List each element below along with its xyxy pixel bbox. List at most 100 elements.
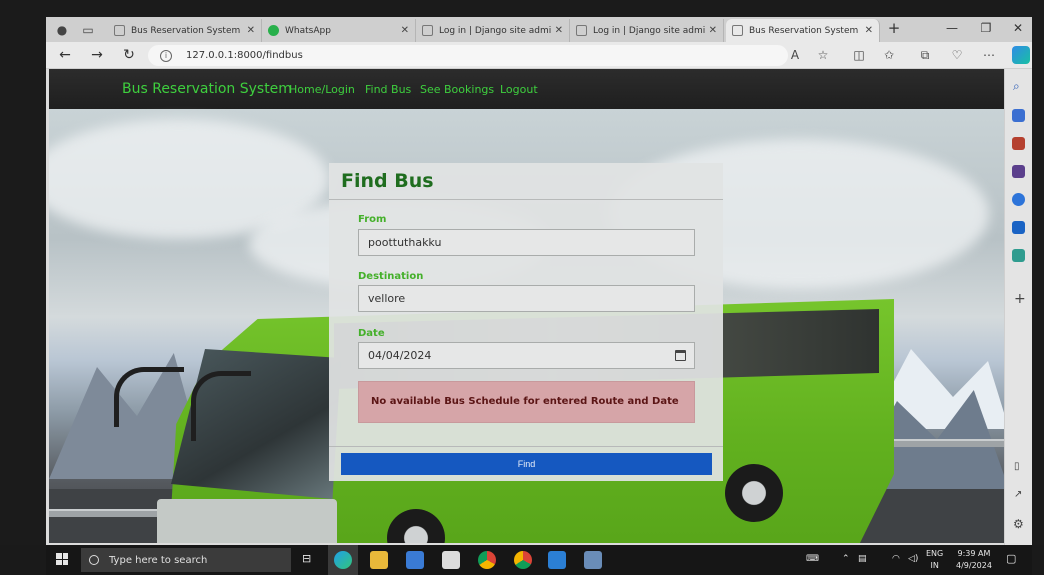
from-field[interactable]: poottuthakku — [358, 229, 695, 256]
sidebar-settings-icon[interactable]: ⚙ — [1013, 517, 1024, 531]
screen-top-border — [0, 0, 1044, 17]
task-view-icon[interactable]: ⊟ — [302, 552, 311, 565]
site-info-icon[interactable]: i — [160, 49, 172, 62]
start-button[interactable] — [56, 553, 68, 565]
read-aloud-icon[interactable]: A — [786, 48, 804, 62]
store-icon[interactable] — [406, 551, 424, 569]
copilot-icon[interactable] — [1012, 46, 1030, 64]
more-menu-icon[interactable]: ⋯ — [980, 48, 998, 62]
tab-title: Bus Reservation System in Dj — [749, 25, 861, 36]
new-tab-button[interactable]: + — [884, 19, 904, 37]
add-sidebar-app-icon[interactable]: + — [1014, 291, 1026, 307]
form-title: Find Bus — [341, 170, 434, 192]
wifi-icon[interactable]: ◠ — [892, 554, 900, 564]
refresh-icon[interactable]: ↻ — [120, 47, 138, 63]
date-label: Date — [358, 328, 385, 339]
close-icon[interactable]: ✕ — [401, 25, 409, 36]
show-hidden-icons[interactable]: ⌃ — [842, 554, 850, 564]
tab-title: Log in | Django site admin — [593, 25, 705, 36]
search-placeholder: Type here to search — [109, 554, 208, 566]
tab-django-admin-2[interactable]: Log in | Django site admin ✕ — [570, 19, 724, 42]
find-button[interactable]: Find — [341, 453, 712, 475]
tab-title: Bus Reservation System in Dj — [131, 25, 243, 36]
external-link-icon[interactable]: ↗ — [1014, 489, 1022, 500]
whatsapp-icon — [268, 25, 279, 36]
tab-bus-reservation-active[interactable]: Bus Reservation System in Dj ✕ — [726, 19, 880, 42]
web-page: Bus Reservation System Home/Login Find B… — [49, 69, 1004, 543]
volume-icon[interactable]: ◁) — [908, 554, 918, 564]
no-schedule-alert: No available Bus Schedule for entered Ro… — [358, 381, 695, 423]
taskbar-search[interactable]: Type here to search — [81, 548, 291, 572]
split-screen-icon[interactable]: ◫ — [850, 48, 868, 62]
browser-essentials-icon[interactable]: ♡ — [948, 48, 966, 62]
file-explorer-icon[interactable] — [370, 551, 388, 569]
back-icon[interactable]: ← — [56, 47, 74, 63]
screen-right-border — [1032, 17, 1044, 545]
photos-icon[interactable] — [584, 551, 602, 569]
tab-title: Log in | Django site admin — [439, 25, 551, 36]
chrome-icon[interactable] — [478, 551, 496, 569]
guard-rail — [879, 439, 1004, 447]
site-navbar: Bus Reservation System Home/Login Find B… — [49, 69, 1004, 109]
mail-icon[interactable] — [442, 551, 460, 569]
minimize-icon[interactable]: — — [942, 21, 962, 35]
collections-icon[interactable]: ⧉ — [916, 48, 934, 63]
favorites-icon[interactable]: ✩ — [880, 48, 898, 62]
bus-bumper — [157, 499, 337, 543]
page-icon — [732, 25, 743, 36]
games-icon[interactable] — [1012, 165, 1025, 178]
vscode-icon[interactable] — [548, 551, 566, 569]
screen-left-border — [0, 17, 46, 545]
outlook-icon[interactable] — [1012, 221, 1025, 234]
destination-field[interactable]: vellore — [358, 285, 695, 312]
close-icon[interactable]: ✕ — [709, 25, 717, 36]
keyboard-icon[interactable]: ⌨ — [806, 554, 819, 564]
browser-window: ● ▭ Bus Reservation System in Dj ✕ Whats… — [46, 17, 1032, 545]
windows-taskbar: Type here to search ⊟ ⌨ ⌃ ▤ ◠ ◁) ENG IN … — [46, 545, 1032, 575]
search-icon[interactable]: ⌕ — [1013, 79, 1020, 94]
tab-actions-icon[interactable]: ▭ — [80, 22, 96, 38]
language-indicator[interactable]: ENG IN — [926, 548, 943, 572]
date-value: 04/04/2024 — [368, 349, 432, 362]
clock-date: 4/9/2024 — [956, 561, 992, 570]
notifications-icon[interactable]: ▢ — [1006, 552, 1016, 565]
nav-see-bookings[interactable]: See Bookings — [420, 83, 494, 96]
nav-find-bus[interactable]: Find Bus — [365, 83, 411, 96]
hide-sidebar-icon[interactable]: ▯ — [1014, 461, 1020, 472]
designer-icon[interactable] — [1012, 249, 1025, 262]
tab-django-admin-1[interactable]: Log in | Django site admin ✕ — [416, 19, 570, 42]
clock-time: 9:39 AM — [957, 549, 991, 558]
network-icon[interactable]: ▤ — [858, 554, 867, 564]
search-icon — [89, 555, 99, 565]
close-icon[interactable]: ✕ — [555, 25, 563, 36]
tab-whatsapp[interactable]: WhatsApp ✕ — [262, 19, 416, 42]
calendar-icon[interactable] — [675, 350, 686, 361]
find-bus-form: Find Bus From poottuthakku Destination v… — [329, 163, 723, 481]
from-label: From — [358, 214, 387, 225]
shopping-icon[interactable] — [1012, 109, 1025, 122]
window-close-icon[interactable]: ✕ — [1008, 21, 1028, 35]
page-icon — [422, 25, 433, 36]
chrome-profile-icon[interactable] — [514, 551, 532, 569]
forward-icon[interactable]: → — [88, 47, 106, 63]
edge-sidebar: ⌕ + ▯ ↗ ⚙ — [1004, 69, 1032, 545]
system-clock[interactable]: 9:39 AM 4/9/2024 — [956, 548, 992, 572]
nav-home-login[interactable]: Home/Login — [289, 83, 355, 96]
profile-icon[interactable]: ● — [54, 22, 70, 38]
bus-wheel — [725, 464, 783, 522]
nav-logout[interactable]: Logout — [500, 83, 538, 96]
site-brand[interactable]: Bus Reservation System — [122, 81, 292, 97]
url-field[interactable]: i 127.0.0.1:8000/findbus — [148, 45, 788, 66]
tools-icon[interactable] — [1012, 137, 1025, 150]
edge-app-icon[interactable] — [334, 551, 352, 569]
microsoft-365-icon[interactable] — [1012, 193, 1025, 206]
close-icon[interactable]: ✕ — [865, 25, 873, 36]
tab-bus-reservation-1[interactable]: Bus Reservation System in Dj ✕ — [108, 19, 262, 42]
restore-icon[interactable]: ❐ — [976, 21, 996, 35]
address-bar: ← → ↻ i 127.0.0.1:8000/findbus A ☆ ◫ ✩ ⧉… — [46, 42, 1032, 69]
favorite-star-icon[interactable]: ☆ — [814, 48, 832, 62]
divider — [329, 446, 723, 447]
tab-bar: ● ▭ Bus Reservation System in Dj ✕ Whats… — [46, 17, 1032, 42]
date-field[interactable]: 04/04/2024 — [358, 342, 695, 369]
close-icon[interactable]: ✕ — [247, 25, 255, 36]
